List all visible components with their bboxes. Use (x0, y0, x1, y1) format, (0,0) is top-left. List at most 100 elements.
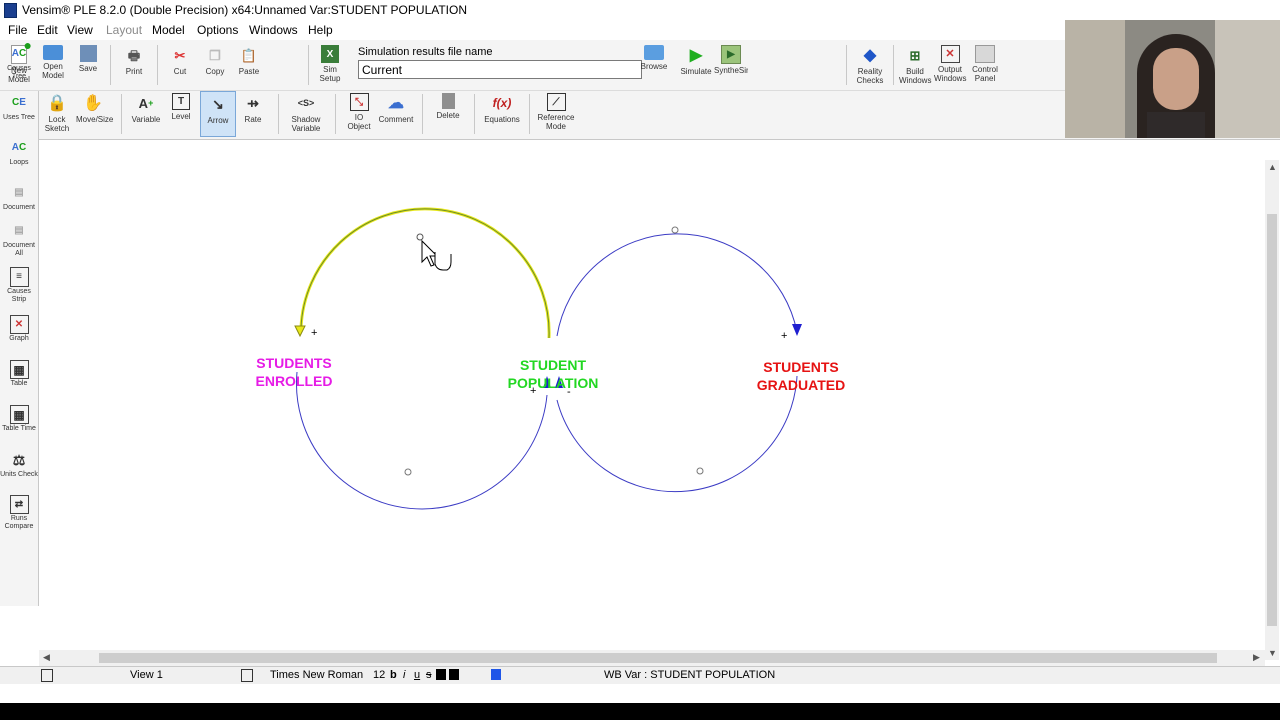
document-all-icon: ▤ (14, 225, 24, 236)
scroll-right-icon[interactable]: ▶ (1253, 652, 1260, 663)
underline-toggle[interactable]: u (414, 669, 420, 681)
output-windows-button[interactable]: ✕ Output Windows (934, 45, 966, 83)
variable-student-population[interactable]: STUDENT POPULATION (497, 356, 609, 392)
vertical-scroll-thumb[interactable] (1267, 214, 1277, 626)
bold-toggle[interactable]: b (390, 669, 397, 681)
link-handle[interactable] (696, 467, 704, 475)
variable-label-line: STUDENT (519, 357, 587, 373)
menu-model[interactable]: Model (152, 23, 185, 37)
toolbar-separator (474, 94, 475, 134)
link-enrolled-to-population[interactable] (295, 371, 548, 510)
webcam-overlay (1065, 20, 1280, 138)
main-toolbar: ● New Model Open Model Save 🖶 Print ✂ Cu… (0, 38, 1065, 91)
horizontal-scrollbar[interactable]: ◀ ▶ (39, 650, 1265, 666)
link-handle[interactable] (671, 226, 679, 234)
variable-tool-icon: A + (138, 95, 154, 111)
toolbar-separator (422, 94, 423, 134)
io-object-button[interactable]: ⤡ IO Object (344, 93, 374, 131)
menu-edit[interactable]: Edit (37, 23, 58, 37)
causes-strip-button[interactable]: ≡ Causes Strip (0, 267, 38, 304)
person-shirt (1147, 112, 1205, 138)
scales-icon: ⚖ (12, 452, 26, 468)
graph-button[interactable]: ✕ Graph (0, 315, 38, 343)
uses-tree-button[interactable]: CE Uses Tree (0, 93, 38, 122)
results-file-input[interactable] (358, 60, 642, 79)
open-model-button[interactable]: Open Model (39, 45, 67, 80)
comment-button[interactable]: ☁ Comment (378, 93, 414, 124)
toolbar-separator (335, 94, 336, 134)
shadow-variable-button[interactable]: <S> Shadow Variable (287, 93, 325, 133)
menu-view[interactable]: View (67, 23, 93, 37)
clipboard-icon: 📋 (240, 47, 258, 63)
horizontal-scroll-thumb[interactable] (99, 653, 1217, 663)
causes-strip-icon: ≡ (9, 267, 29, 287)
document-button[interactable]: ▤ Document (0, 183, 38, 212)
scroll-up-icon[interactable]: ▲ (1268, 162, 1277, 172)
cut-button[interactable]: ✂ Cut (166, 45, 194, 77)
strike-toggle[interactable]: s (426, 669, 432, 681)
scroll-left-icon[interactable]: ◀ (43, 652, 50, 663)
arrowhead-enrolled (294, 325, 306, 338)
view-selector[interactable]: View 1 (130, 669, 163, 681)
synthesim-icon: ▶ (721, 45, 741, 64)
move-size-button[interactable]: ✋ Move/Size (76, 93, 113, 124)
paste-button[interactable]: 📋 Paste (235, 45, 263, 77)
reference-mode-button[interactable]: ⟋ Reference Mode (536, 93, 576, 131)
line-color-swatch[interactable] (491, 669, 501, 680)
variable-label-line: GRADUATED (756, 377, 846, 393)
window-title: Vensim® PLE 8.2.0 (Double Precision) x64… (22, 3, 468, 17)
scroll-down-icon[interactable]: ▼ (1268, 648, 1277, 658)
view-toggle-icon[interactable] (41, 669, 53, 682)
level-tool-button[interactable]: T Level (166, 93, 196, 121)
variable-students-graduated[interactable]: STUDENTS GRADUATED (745, 358, 857, 394)
link-handle[interactable] (404, 468, 412, 476)
copy-icon: ❐ (209, 47, 221, 63)
toolbar-separator (893, 45, 894, 85)
simulate-button[interactable]: ▶ Simulate (680, 45, 712, 76)
print-button[interactable]: 🖶 Print (120, 45, 148, 77)
loops-icon: AC (11, 142, 27, 153)
control-panel-button[interactable]: Control Panel (969, 45, 1001, 83)
units-check-button[interactable]: ⚖ Units Check (0, 450, 38, 479)
arrow-tool-button[interactable]: ↘ Arrow (200, 91, 236, 137)
font-selector[interactable]: Times New Roman (270, 669, 363, 681)
menu-options[interactable]: Options (197, 23, 238, 37)
menu-windows[interactable]: Windows (249, 23, 298, 37)
comment-cloud-icon: ☁ (388, 94, 404, 112)
lock-sketch-button[interactable]: 🔒 Lock Sketch (42, 93, 72, 133)
browse-button[interactable]: Browse (640, 45, 668, 71)
polarity-enrolled: + (311, 327, 318, 339)
build-windows-button[interactable]: ⊞ Build Windows (899, 45, 931, 86)
variable-students-enrolled[interactable]: STUDENTS ENROLLED (244, 354, 344, 390)
loops-button[interactable]: AC Loops (0, 138, 38, 167)
sketch-canvas[interactable]: + + - + STUDENTS ENROLLED STUDENT POPULA… (39, 140, 1265, 652)
vensim-app-icon (4, 3, 17, 18)
selected-link-population-to-enrolled[interactable] (299, 207, 551, 339)
document-all-button[interactable]: ▤ Document All (0, 221, 38, 258)
fill-color-swatch[interactable] (449, 669, 459, 680)
rate-tool-button[interactable]: ⇸ Rate (238, 93, 268, 125)
save-button[interactable]: Save (74, 45, 102, 73)
variable-tool-button[interactable]: A + Variable (131, 93, 161, 125)
font-size-selector[interactable]: 12 (373, 669, 385, 681)
delete-button[interactable]: Delete (433, 93, 463, 120)
font-toggle-icon[interactable] (241, 669, 253, 682)
causes-tree-button[interactable]: AC Causes Tree (0, 44, 38, 81)
italic-toggle[interactable]: i (403, 669, 405, 681)
menu-layout[interactable]: Layout (106, 23, 142, 37)
link-handle[interactable] (416, 233, 424, 241)
sim-setup-button[interactable]: X Sim Setup (316, 45, 344, 83)
equations-button[interactable]: f(x) Equations (483, 93, 521, 125)
reality-checks-button[interactable]: ◆ Reality Checks (855, 45, 885, 85)
table-button[interactable]: ▦ Table (0, 360, 38, 388)
table-time-button[interactable]: ▦ Table Time (0, 405, 38, 433)
synthesim-button[interactable]: ▶ SyntheSim (714, 45, 748, 75)
variable-label-line: ENROLLED (255, 373, 333, 389)
menu-help[interactable]: Help (308, 23, 333, 37)
copy-button[interactable]: ❐ Copy (201, 45, 229, 77)
link-population-to-graduated[interactable] (556, 233, 798, 337)
text-color-swatch[interactable] (436, 669, 446, 680)
runs-compare-button[interactable]: ⇄ Runs Compare (0, 495, 38, 531)
vertical-scrollbar[interactable]: ▲ ▼ (1265, 160, 1279, 660)
menu-file[interactable]: File (8, 23, 27, 37)
